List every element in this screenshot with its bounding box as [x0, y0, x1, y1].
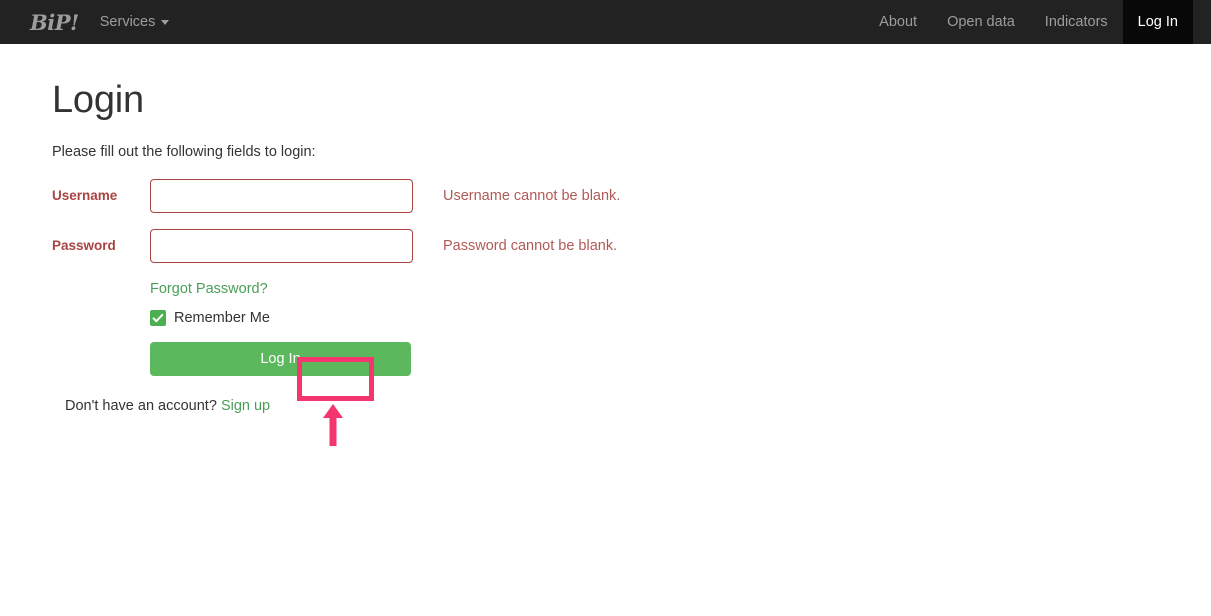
username-input[interactable] — [150, 179, 413, 213]
password-error-message: Password cannot be blank. — [443, 238, 617, 254]
password-input[interactable] — [150, 229, 413, 263]
page-title: Login — [52, 80, 1211, 122]
forgot-password-row: Forgot Password? — [150, 280, 1211, 298]
nav-item-about[interactable]: About — [864, 0, 932, 44]
remember-me-label[interactable]: Remember Me — [174, 310, 270, 326]
login-form: Username Username cannot be blank. Passw… — [52, 178, 1211, 414]
forgot-password-link[interactable]: Forgot Password? — [150, 281, 268, 297]
signup-prompt-text: Don't have an account? — [65, 398, 217, 414]
username-error-message: Username cannot be blank. — [443, 188, 620, 204]
password-label: Password — [52, 238, 150, 253]
nav-item-services-label: Services — [100, 14, 156, 30]
check-icon — [150, 310, 166, 326]
login-submit-button[interactable]: Log In — [150, 342, 411, 376]
nav-item-indicators[interactable]: Indicators — [1030, 0, 1123, 44]
chevron-down-icon — [161, 20, 169, 25]
username-label: Username — [52, 188, 150, 203]
nav-item-open-data[interactable]: Open data — [932, 0, 1030, 44]
navbar-left-group: BiP! Services — [0, 0, 184, 44]
nav-item-services[interactable]: Services — [85, 0, 185, 44]
password-row: Password Password cannot be blank. — [52, 228, 1211, 264]
navbar-right-group: About Open data Indicators Log In — [864, 0, 1211, 44]
signup-prompt-row: Don't have an account? Sign up — [65, 398, 1211, 414]
brand-logo[interactable]: BiP! — [30, 0, 85, 44]
submit-row: Log In — [150, 342, 1211, 376]
page-container: Login Please fill out the following fiel… — [0, 80, 1211, 414]
page-intro-text: Please fill out the following fields to … — [52, 144, 1211, 160]
nav-item-log-in[interactable]: Log In — [1123, 0, 1193, 44]
username-row: Username Username cannot be blank. — [52, 178, 1211, 214]
top-navbar: BiP! Services About Open data Indicators… — [0, 0, 1211, 44]
remember-me-row: Remember Me — [150, 310, 1211, 326]
remember-me-checkbox[interactable] — [150, 310, 166, 326]
signup-link[interactable]: Sign up — [221, 398, 270, 414]
